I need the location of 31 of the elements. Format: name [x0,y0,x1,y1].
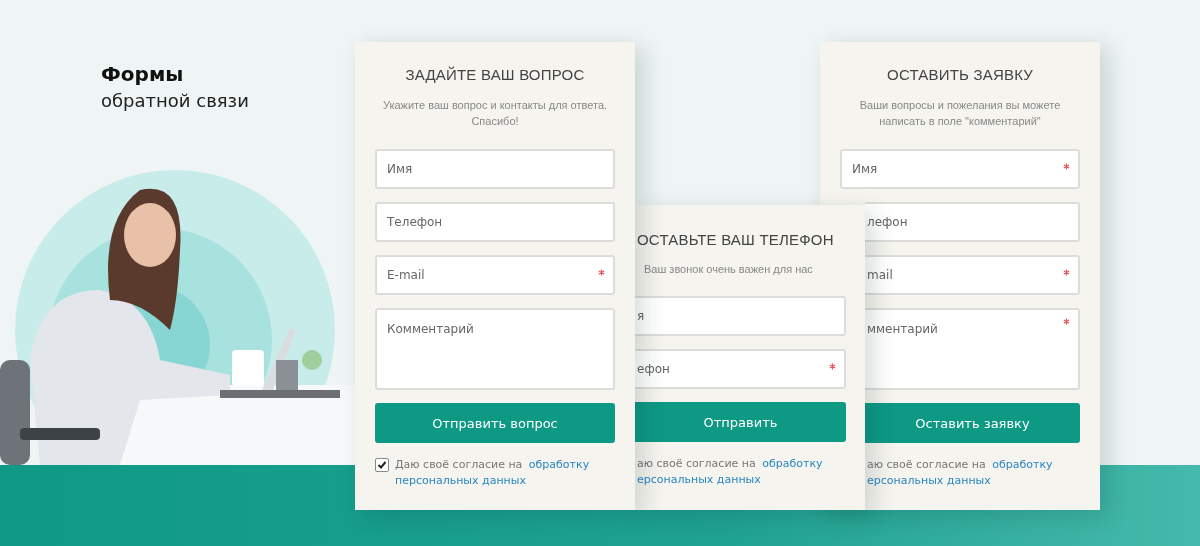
form-title: ОСТАВИТЬ ЗАЯВКУ [886,66,1034,83]
comment-field[interactable]: мментарий [865,308,1080,390]
privacy-link[interactable]: обработку [528,458,590,471]
privacy-link[interactable]: персональных данных [395,474,526,487]
privacy-link[interactable]: обработку [762,457,823,470]
input-field[interactable]: Телефон [375,202,615,242]
form-title: ОСТАВЬТЕ ВАШ ТЕЛЕФОН [636,231,835,248]
consent-text: Даю своё согласие на обработку персональных данных [395,457,590,489]
submit-button[interactable]: Отправить вопрос [375,403,615,443]
input-field[interactable]: Имя [375,149,615,189]
submit-button[interactable]: Оставить заявку [865,403,1080,443]
consent-text: аю своё согласие на обработку ерсональных данных [637,456,823,488]
submit-button[interactable]: Отправить [635,402,846,442]
input-field[interactable]: mail [865,255,1080,295]
consent-text: аю своё согласие на обработку ерсональных данных [867,457,1053,489]
page-title: Формы [101,62,185,86]
page-subtitle: обратной связи [101,90,249,111]
input-field[interactable]: Имя [840,149,1080,189]
privacy-link[interactable]: ерсональных данных [637,473,761,486]
checkbox[interactable] [375,458,389,472]
form-title: ЗАДАЙТЕ ВАШ ВОПРОС [404,66,586,83]
privacy-link[interactable]: ерсональных данных [867,474,991,487]
form-description: Ваши вопросы и пожелания вы можете написать в поле "комментарий" [858,98,1062,129]
privacy-link[interactable]: обработку [992,458,1053,471]
form-description: Укажите ваш вопрос и контакты для ответа. Спасибо! [381,98,609,129]
input-field[interactable]: E-mail [375,255,615,295]
comment-field[interactable]: Комментарий [375,308,615,390]
input-field[interactable]: я [635,296,846,336]
input-field[interactable]: лефон [865,202,1080,242]
input-field[interactable]: ефон [635,349,846,389]
form-description: Ваш звонок очень важен для нас [643,262,814,277]
